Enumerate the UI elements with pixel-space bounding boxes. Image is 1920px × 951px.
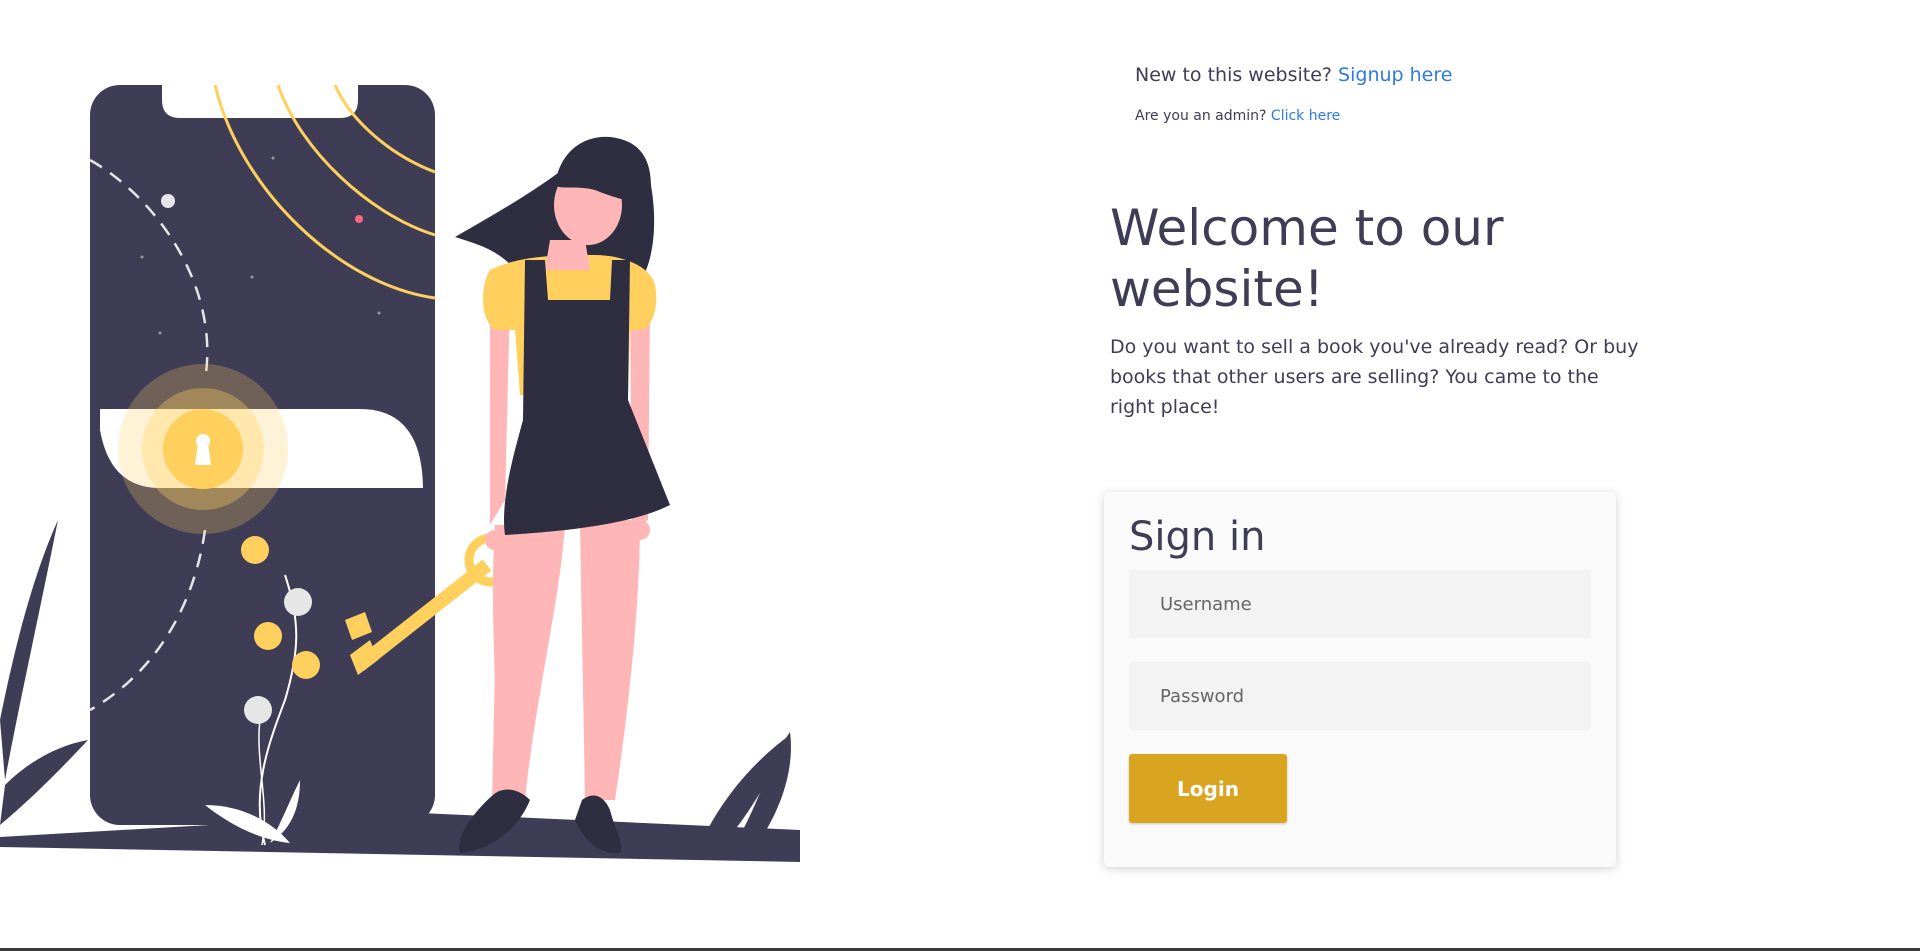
signin-title: Sign in xyxy=(1129,514,1266,560)
top-links: New to this website? Signup here Are you… xyxy=(1135,64,1452,124)
signup-link[interactable]: Signup here xyxy=(1338,64,1452,86)
left-leaf xyxy=(0,520,58,780)
signup-line: New to this website? Signup here xyxy=(1135,64,1452,86)
left-leaf-small xyxy=(0,740,88,825)
phone-notch xyxy=(162,85,358,118)
admin-line: Are you an admin? Click here xyxy=(1135,108,1452,124)
signin-card: Sign in Login xyxy=(1104,492,1616,867)
admin-prompt: Are you an admin? xyxy=(1135,108,1267,124)
hero-section: Welcome to our website! Do you want to s… xyxy=(1110,198,1650,422)
page-description: Do you want to sell a book you've alread… xyxy=(1110,336,1639,418)
signup-prompt: New to this website? xyxy=(1135,64,1332,86)
woman-with-key-illustration xyxy=(0,0,820,880)
login-button[interactable]: Login xyxy=(1129,754,1287,823)
username-input[interactable] xyxy=(1129,570,1591,638)
admin-link[interactable]: Click here xyxy=(1271,108,1340,124)
password-input[interactable] xyxy=(1129,662,1591,730)
page-title: Welcome to our website! xyxy=(1110,199,1504,318)
